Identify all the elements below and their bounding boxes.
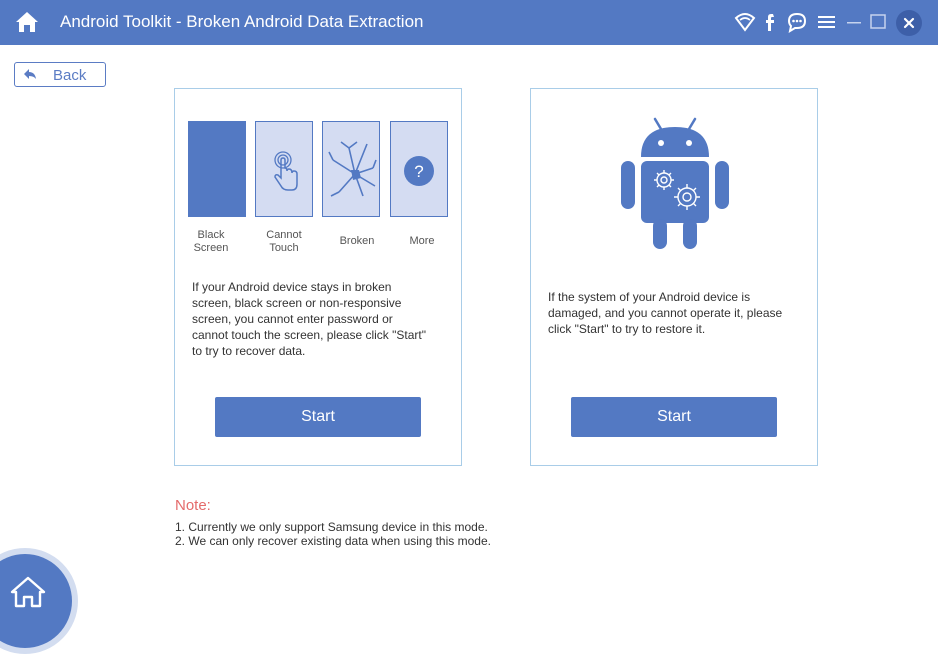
note-line-1: 1. Currently we only support Samsung dev… [175,520,488,534]
system-damaged-card: If the system of your Android device is … [530,88,818,466]
tile-label-black-screen: Black Screen [193,229,229,254]
tile-broken[interactable] [322,121,380,217]
minimize-icon[interactable] [844,11,866,33]
right-description: If the system of your Android device is … [548,290,783,336]
close-icon [903,17,915,29]
touch-icon [274,151,298,191]
tile-more[interactable]: ? [390,121,448,217]
wifi-icon[interactable] [734,11,756,33]
home-icon[interactable] [10,576,46,608]
home-icon[interactable] [14,9,40,35]
broken-screen-icon [328,141,377,197]
title-bar: Android Toolkit - Broken Android Data Ex… [0,0,938,45]
facebook-icon[interactable] [760,11,782,33]
back-button[interactable]: Back [14,62,106,87]
close-button[interactable] [896,10,922,36]
maximize-icon[interactable] [868,11,890,33]
note-title: Note: [175,497,211,514]
app-title: Android Toolkit - Broken Android Data Ex… [60,12,424,31]
broken-screen-card: ? Black Screen Cannot Touch Broken More If… [174,88,462,466]
menu-icon[interactable] [816,11,838,33]
chat-icon[interactable] [786,11,808,33]
start-button-left[interactable]: Start [215,397,421,437]
question-icon: ? [404,156,434,186]
back-label: Back [53,67,87,84]
start-button-right[interactable]: Start [571,397,777,437]
tile-black-screen[interactable] [188,121,246,217]
android-gear-icon [621,117,729,249]
tile-label-more: More [409,235,435,247]
tile-cannot-touch[interactable] [255,121,313,217]
back-arrow-icon [24,69,36,79]
tile-label-cannot-touch: Cannot Touch [266,229,302,254]
tile-label-broken: Broken [339,235,375,247]
left-description: If your Android device stays in broken s… [192,280,426,358]
svg-text:?: ? [414,162,423,181]
note-line-2: 2. We can only recover existing data whe… [175,534,491,548]
